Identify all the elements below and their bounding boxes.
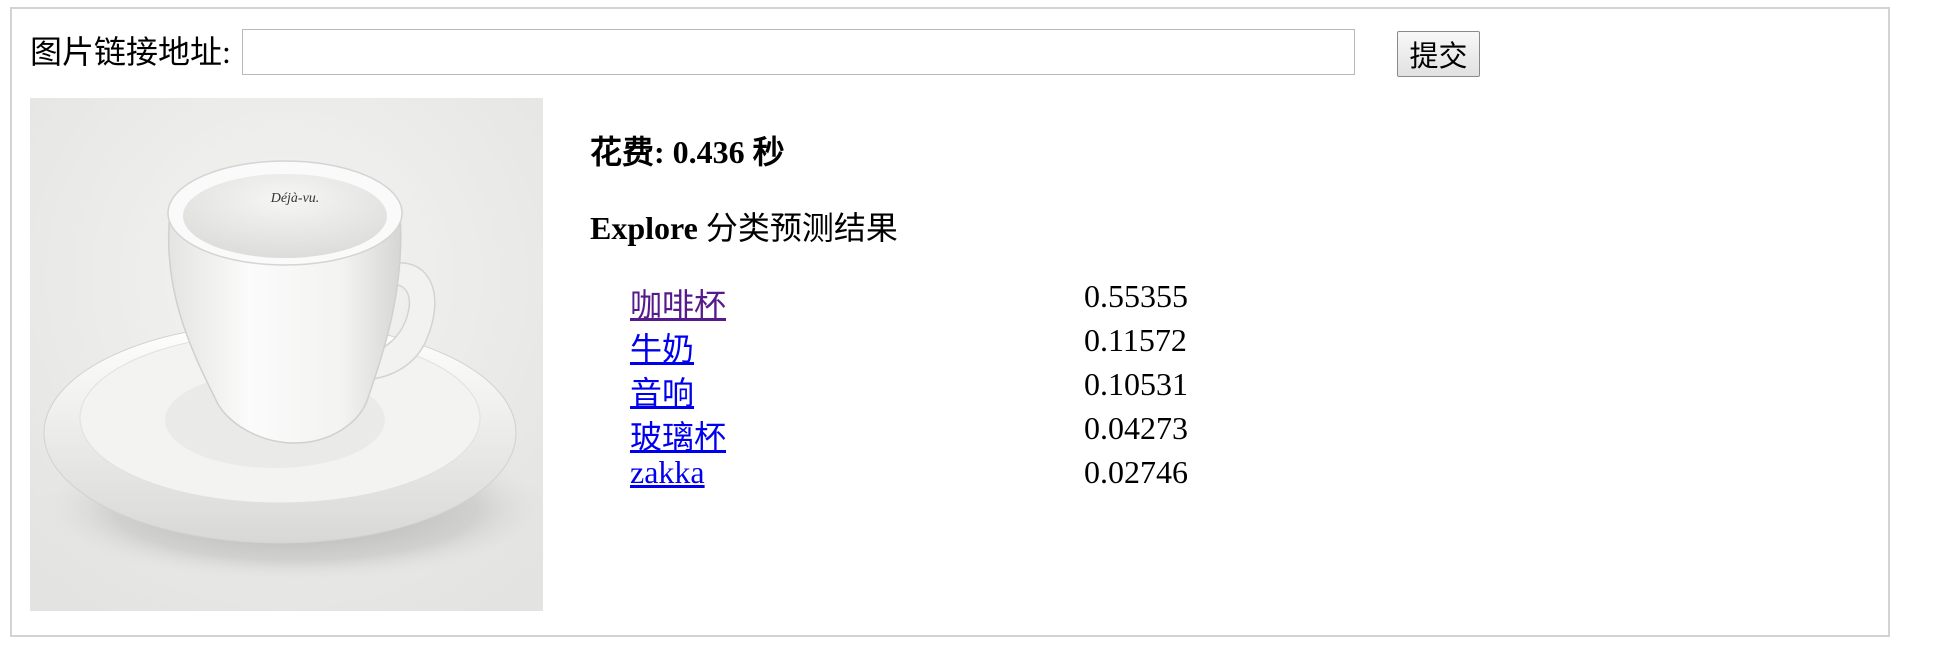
- results-heading-text: 分类预测结果: [697, 210, 898, 246]
- time-prefix: 花费:: [590, 134, 673, 170]
- time-value: 0.436: [672, 134, 745, 170]
- prediction-score: 0.02746: [1084, 454, 1188, 490]
- prediction-score: 0.11572: [1084, 322, 1187, 358]
- results-heading-brand: Explore: [590, 210, 698, 246]
- prediction-score: 0.55355: [1084, 278, 1188, 314]
- results-heading: Explore 分类预测结果: [590, 208, 898, 248]
- prediction-score: 0.10531: [1084, 366, 1188, 402]
- prediction-label-link[interactable]: 牛奶: [630, 329, 694, 369]
- time-unit: 秒: [744, 134, 785, 170]
- submit-button[interactable]: 提交: [1397, 31, 1480, 77]
- prediction-row: zakka 0.02746: [630, 0, 1330, 490]
- prediction-label-link[interactable]: zakka: [630, 452, 705, 492]
- prediction-label-link[interactable]: 咖啡杯: [630, 285, 726, 325]
- prediction-score: 0.04273: [1084, 410, 1188, 446]
- coffee-cup-photo: Déjà-vu.: [30, 98, 543, 611]
- elapsed-time: 花费: 0.436 秒: [590, 132, 785, 172]
- uploaded-image: Déjà-vu.: [30, 98, 543, 611]
- cup-inscription: Déjà-vu.: [270, 191, 320, 206]
- url-label: 图片链接地址:: [30, 34, 231, 70]
- prediction-label-link[interactable]: 音响: [630, 373, 694, 413]
- prediction-label-link[interactable]: 玻璃杯: [630, 417, 726, 457]
